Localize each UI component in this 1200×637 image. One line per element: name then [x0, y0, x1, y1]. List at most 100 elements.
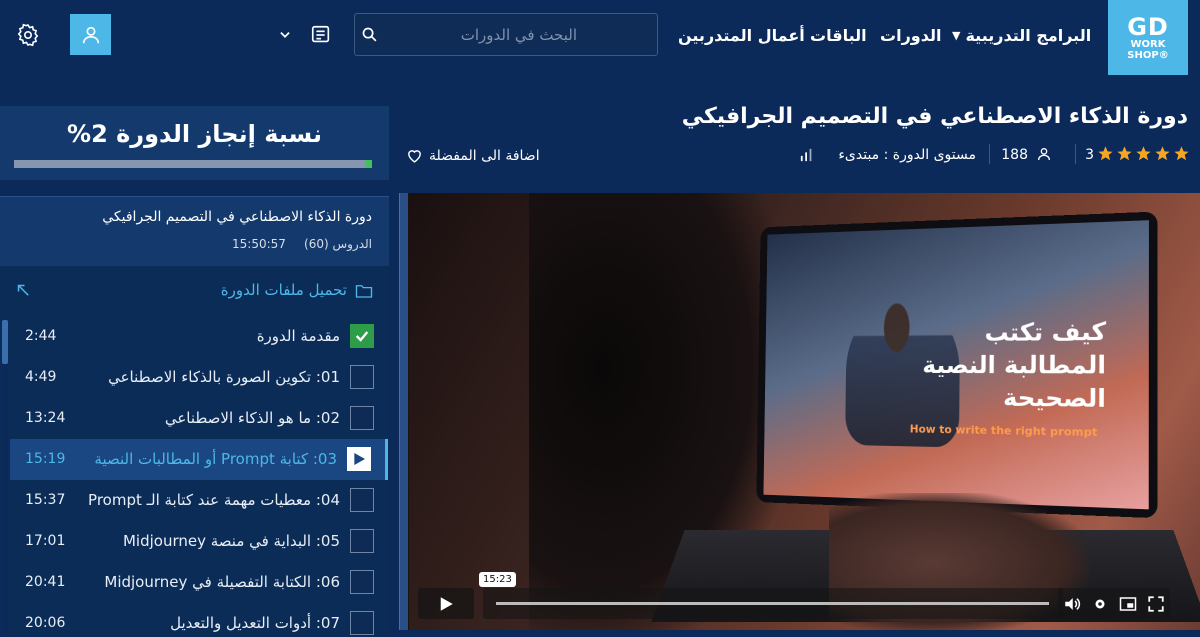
- lesson-item[interactable]: 01: تكوين الصورة بالذكاء الاصطناعي 4:49: [10, 357, 388, 398]
- lesson-name: 02: ما هو الذكاء الاصطناعي: [164, 409, 340, 427]
- nav-packages[interactable]: الباقات: [810, 22, 867, 48]
- nav-works[interactable]: أعمال المتدربين: [678, 22, 805, 48]
- lesson-checkbox[interactable]: [350, 570, 374, 594]
- lesson-duration: 2:44: [25, 328, 57, 344]
- lesson-name: 03: كتابة Prompt أو المطالبات النصية: [94, 450, 337, 468]
- sidebar-course-title: دورة الذكاء الاصطناعي في التصميم الجرافي…: [102, 209, 372, 225]
- progress-bar: [14, 160, 372, 168]
- chevron-down-icon: ▼: [952, 28, 961, 42]
- lesson-checkbox[interactable]: [350, 324, 374, 348]
- star-icon: [1117, 146, 1132, 161]
- lesson-name: مقدمة الدورة: [256, 327, 340, 345]
- settings-gear-icon[interactable]: [1091, 595, 1109, 613]
- star-icon: [1174, 146, 1189, 161]
- chevron-down-icon[interactable]: [278, 28, 292, 42]
- star-icon: [1098, 146, 1113, 161]
- site-logo[interactable]: GD WORK SHOP®: [1108, 0, 1188, 75]
- lesson-checkbox[interactable]: [347, 447, 371, 471]
- user-button[interactable]: [70, 14, 111, 55]
- check-icon: [355, 331, 369, 342]
- course-meta: 3 188 مستوى الدورة : مبتدىء اضافة الى ال…: [400, 144, 1190, 170]
- collapse-arrow-icon[interactable]: [14, 281, 32, 299]
- lesson-duration: 20:06: [25, 615, 66, 631]
- logo-work: WORK: [1130, 38, 1166, 50]
- lesson-checkbox[interactable]: [350, 365, 374, 389]
- meta-divider: [989, 144, 990, 164]
- nav-programs[interactable]: ▼ البرامج التدريبية: [952, 22, 1091, 48]
- video-frame: كيف تكتب المطالبة النصية الصحيحة How to …: [409, 193, 1200, 630]
- download-files-row[interactable]: تحميل ملفات الدورة: [0, 266, 389, 316]
- lesson-name: 06: الكتابة التفصيلة في Midjourney: [104, 573, 340, 591]
- lessons-count: الدروس (60): [304, 237, 372, 251]
- add-to-favorites-label: اضافة الى المفضلة: [429, 147, 540, 164]
- lesson-item[interactable]: 07: أدوات التعديل والتعديل 20:06: [10, 603, 388, 637]
- lesson-duration: 15:19: [25, 451, 66, 467]
- overlay-line-2: المطالبة النصية: [922, 350, 1107, 380]
- nav-programs-label: البرامج التدريبية: [965, 25, 1092, 45]
- add-to-favorites[interactable]: اضافة الى المفضلة: [406, 147, 540, 164]
- fullscreen-icon[interactable]: [1147, 595, 1165, 613]
- logo-gd: GD: [1127, 12, 1169, 41]
- laptop-screen-image: كيف تكتب المطالبة النصية الصحيحة How to …: [763, 220, 1149, 510]
- overlay-line-3: الصحيحة: [1003, 383, 1106, 414]
- students-count: 188: [1001, 147, 1028, 163]
- download-files-label: تحميل ملفات الدورة: [220, 281, 347, 299]
- lesson-checkbox[interactable]: [350, 529, 374, 553]
- volume-icon[interactable]: [1063, 595, 1081, 613]
- search-icon[interactable]: [355, 26, 383, 43]
- progress-title: نسبة إنجاز الدورة 2%: [67, 120, 322, 148]
- list-icon[interactable]: [310, 24, 332, 46]
- lesson-duration: 17:01: [25, 533, 66, 549]
- progress-panel: نسبة إنجاز الدورة 2%: [0, 106, 389, 180]
- scrollbar-thumb[interactable]: [2, 320, 8, 364]
- gear-icon[interactable]: [16, 23, 40, 47]
- search-box: [354, 13, 658, 56]
- progress-fill: [364, 160, 372, 168]
- lesson-item[interactable]: 02: ما هو الذكاء الاصطناعي 13:24: [10, 398, 388, 439]
- user-icon: [82, 26, 99, 43]
- video-controls: 15:23: [418, 572, 1170, 619]
- lesson-name: 07: أدوات التعديل والتعديل: [170, 614, 340, 632]
- total-duration: 15:50:57: [232, 237, 286, 251]
- lesson-item[interactable]: مقدمة الدورة 2:44: [10, 316, 388, 357]
- picture-in-picture-icon[interactable]: [1119, 595, 1137, 613]
- play-button[interactable]: [418, 588, 474, 619]
- laptop-screen: كيف تكتب المطالبة النصية الصحيحة How to …: [756, 211, 1158, 519]
- lesson-item[interactable]: 04: معطيات مهمة عند كتابة الـ Prompt 15:3…: [10, 480, 388, 521]
- lesson-duration: 13:24: [25, 410, 66, 426]
- search-input[interactable]: [383, 14, 657, 55]
- video-timeline[interactable]: 15:23: [479, 572, 1063, 619]
- lesson-name: 01: تكوين الصورة بالذكاء الاصطناعي: [108, 368, 340, 386]
- timeline-rail[interactable]: [496, 602, 1049, 605]
- level-icon: [800, 148, 812, 162]
- lesson-name: 05: البداية في منصة Midjourney: [122, 532, 340, 550]
- star-icon: [1155, 146, 1170, 161]
- lesson-item[interactable]: 06: الكتابة التفصيلة في Midjourney 20:41: [10, 562, 388, 603]
- lesson-list: مقدمة الدورة 2:44 01: تكوين الصورة بالذكاء…: [0, 316, 389, 637]
- course-title: دورة الذكاء الاصطناعي في التصميم الجرافي…: [681, 104, 1188, 129]
- top-header: GD WORK SHOP® ▼ البرامج التدريبية الدورا…: [0, 0, 1200, 80]
- lesson-checkbox[interactable]: [350, 611, 374, 635]
- play-icon: [440, 596, 453, 611]
- course-level: مستوى الدورة : مبتدىء: [838, 147, 976, 163]
- lesson-checkbox[interactable]: [350, 488, 374, 512]
- meta-divider: [1075, 144, 1076, 164]
- lesson-duration: 15:37: [25, 492, 66, 508]
- lesson-item[interactable]: 03: كتابة Prompt أو المطالبات النصية 15:1…: [10, 439, 388, 480]
- lesson-item[interactable]: 05: البداية في منصة Midjourney 17:01: [10, 521, 388, 562]
- lesson-duration: 4:49: [25, 369, 57, 385]
- video-player[interactable]: كيف تكتب المطالبة النصية الصحيحة How to …: [399, 193, 1200, 630]
- lesson-name: 04: معطيات مهمة عند كتابة الـ Prompt: [88, 491, 340, 509]
- rating-value: 3: [1085, 147, 1094, 163]
- play-icon: [354, 453, 365, 465]
- lesson-list-scrollbar[interactable]: [2, 316, 8, 637]
- logo-shop: SHOP®: [1127, 49, 1169, 61]
- heart-icon: [408, 150, 421, 163]
- timeline-tooltip: 15:23: [479, 572, 516, 587]
- star-icon: [1136, 146, 1151, 161]
- nav-courses[interactable]: الدورات: [880, 22, 941, 48]
- rating-stars: [1097, 145, 1190, 162]
- video-side-strip: [400, 193, 408, 630]
- overlay-line-1: كيف تكتب: [984, 317, 1107, 347]
- lesson-checkbox[interactable]: [350, 406, 374, 430]
